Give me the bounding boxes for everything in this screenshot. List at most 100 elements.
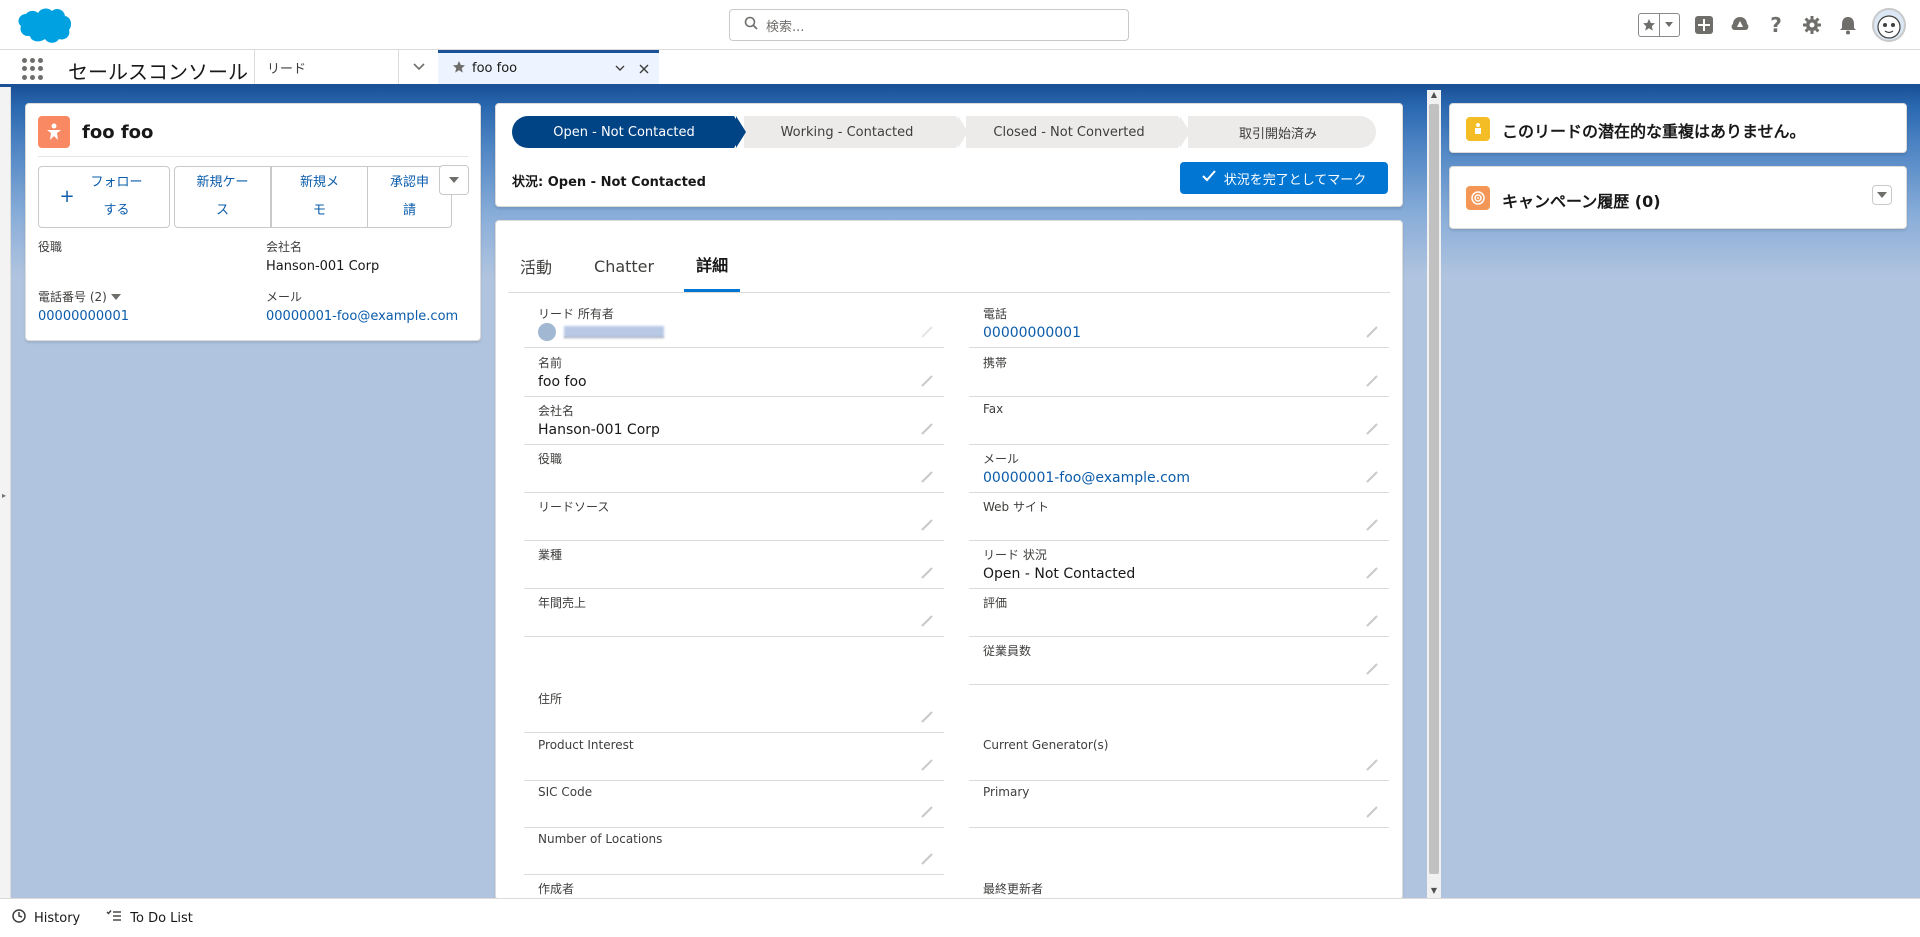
- pencil-icon[interactable]: [920, 805, 934, 819]
- utility-todo-list[interactable]: To Do List: [106, 909, 193, 927]
- scroll-down-arrow[interactable]: ▼: [1427, 886, 1441, 898]
- field-label: Web サイト: [983, 500, 1049, 514]
- utility-history[interactable]: History: [12, 909, 80, 927]
- path-step-open[interactable]: Open - Not Contacted: [512, 116, 746, 148]
- global-actions-plus-icon[interactable]: [1692, 13, 1716, 37]
- scroll-thumb[interactable]: [1429, 104, 1439, 874]
- submit-approval-label: 承認申請: [389, 175, 429, 218]
- field-mobile: 携帯: [969, 350, 1389, 397]
- field-company: 会社名 Hanson-001 Corp: [266, 238, 379, 274]
- action-buttons: + フォローする 新規ケース 新規メモ 承認申請: [38, 166, 452, 228]
- field-label: リードソース: [538, 500, 610, 514]
- campaign-history-card: キャンペーン履歴 (0): [1449, 166, 1907, 229]
- global-header: 検索... ?: [0, 0, 1920, 50]
- phone-link[interactable]: 00000000001: [38, 309, 129, 324]
- pencil-icon[interactable]: [1365, 374, 1379, 388]
- more-actions-dropdown[interactable]: [439, 165, 469, 195]
- todo-label: To Do List: [130, 910, 193, 926]
- nav-item-leads[interactable]: リード: [267, 50, 306, 84]
- trailhead-icon[interactable]: [1728, 13, 1752, 37]
- star-icon[interactable]: [1639, 14, 1659, 36]
- owner-link[interactable]: [538, 323, 664, 341]
- field-label: Fax: [983, 402, 1004, 416]
- new-note-button[interactable]: 新規メモ: [271, 166, 368, 228]
- phone-link[interactable]: 00000000001: [983, 325, 1081, 341]
- field-label: 名前: [538, 356, 563, 370]
- follow-button[interactable]: + フォローする: [38, 166, 170, 228]
- pencil-icon[interactable]: [1365, 325, 1379, 339]
- pencil-icon[interactable]: [1365, 758, 1379, 772]
- tab-details[interactable]: 詳細: [684, 239, 741, 292]
- email-link[interactable]: 00000001-foo@example.com: [983, 470, 1190, 486]
- field-label: リード 状況: [983, 548, 1047, 562]
- help-icon[interactable]: ?: [1764, 13, 1788, 37]
- nav-chevron-down-icon[interactable]: [404, 50, 434, 84]
- pencil-icon[interactable]: [920, 422, 934, 436]
- path-step-label: Closed - Not Converted: [993, 124, 1145, 140]
- field-value: foo foo: [538, 374, 587, 390]
- tab-chatter[interactable]: Chatter: [582, 239, 666, 293]
- left-collapse-strip[interactable]: ▸: [0, 87, 11, 898]
- campaign-dropdown[interactable]: [1872, 185, 1892, 205]
- scroll-up-arrow[interactable]: ▲: [1427, 90, 1441, 102]
- pencil-icon[interactable]: [920, 566, 934, 580]
- follow-button-label: フォローする: [90, 175, 143, 218]
- campaign-history-title[interactable]: キャンペーン履歴 (0): [1502, 188, 1661, 212]
- duplicates-title: このリードの潜在的な重複はありません。: [1502, 122, 1806, 141]
- path-step-closed[interactable]: Closed - Not Converted: [956, 116, 1190, 148]
- phone-label[interactable]: 電話番号 (2): [38, 288, 129, 305]
- field-label: 業種: [538, 548, 563, 562]
- pencil-icon[interactable]: [920, 374, 934, 388]
- expand-arrow-icon[interactable]: ▸: [2, 491, 6, 500]
- nav-divider: [398, 50, 399, 84]
- salesforce-logo[interactable]: [14, 5, 74, 45]
- global-search-input[interactable]: 検索...: [729, 9, 1129, 41]
- field-label: 携帯: [983, 356, 1008, 370]
- field-label: メール: [983, 452, 1020, 466]
- pencil-icon[interactable]: [1365, 518, 1379, 532]
- detail-panel: 活動 Chatter 詳細 リード 所有者 名前 foo foo 会社名 Han…: [495, 220, 1403, 900]
- tab-chevron-down-icon[interactable]: [611, 60, 629, 78]
- path-step-converted[interactable]: 取引開始済み: [1178, 116, 1376, 148]
- tab-lead-record[interactable]: foo foo: [438, 50, 659, 84]
- phone-label-text: 電話番号 (2): [38, 290, 107, 304]
- tab-close-icon[interactable]: [635, 60, 653, 78]
- field-phone: 電話番号 (2) 00000000001: [38, 288, 129, 324]
- phone-dropdown-icon[interactable]: [110, 294, 121, 301]
- owner-name[interactable]: [564, 326, 664, 338]
- field-label: 会社名: [538, 404, 575, 418]
- new-case-button[interactable]: 新規ケース: [174, 166, 271, 228]
- favorites-button[interactable]: [1638, 13, 1680, 37]
- pencil-icon[interactable]: [920, 710, 934, 724]
- app-launcher-icon[interactable]: [22, 58, 44, 80]
- pencil-icon[interactable]: [1365, 614, 1379, 628]
- tab-activity[interactable]: 活動: [508, 239, 564, 293]
- gear-icon[interactable]: [1800, 13, 1824, 37]
- pencil-icon[interactable]: [920, 614, 934, 628]
- field-website: Web サイト: [969, 494, 1389, 541]
- pencil-icon[interactable]: [920, 758, 934, 772]
- path-step-working[interactable]: Working - Contacted: [734, 116, 968, 148]
- lead-tab-icon: [452, 60, 466, 78]
- chevron-down-icon[interactable]: [1658, 14, 1680, 36]
- field-label: 電話: [983, 307, 1008, 321]
- field-label: 役職: [538, 452, 563, 466]
- main-scrollbar[interactable]: ▲ ▼: [1427, 90, 1441, 898]
- pencil-icon[interactable]: [1365, 805, 1379, 819]
- field-primary: Primary: [969, 781, 1389, 828]
- pencil-icon[interactable]: [1365, 566, 1379, 580]
- field-name: 名前 foo foo: [524, 350, 944, 397]
- email-link[interactable]: 00000001-foo@example.com: [266, 309, 458, 324]
- pencil-icon[interactable]: [1365, 662, 1379, 676]
- pencil-icon[interactable]: [1365, 470, 1379, 484]
- pencil-icon[interactable]: [920, 518, 934, 532]
- bell-icon[interactable]: [1836, 13, 1860, 37]
- current-status: 状況: Open - Not Contacted: [512, 175, 706, 190]
- pencil-icon[interactable]: [1365, 422, 1379, 436]
- mark-status-complete-button[interactable]: 状況を完了としてマーク: [1180, 162, 1388, 194]
- pencil-icon[interactable]: [920, 852, 934, 866]
- checklist-icon: [106, 909, 122, 927]
- field-title: 役職: [524, 446, 944, 493]
- user-avatar[interactable]: [1872, 8, 1906, 42]
- pencil-icon[interactable]: [920, 470, 934, 484]
